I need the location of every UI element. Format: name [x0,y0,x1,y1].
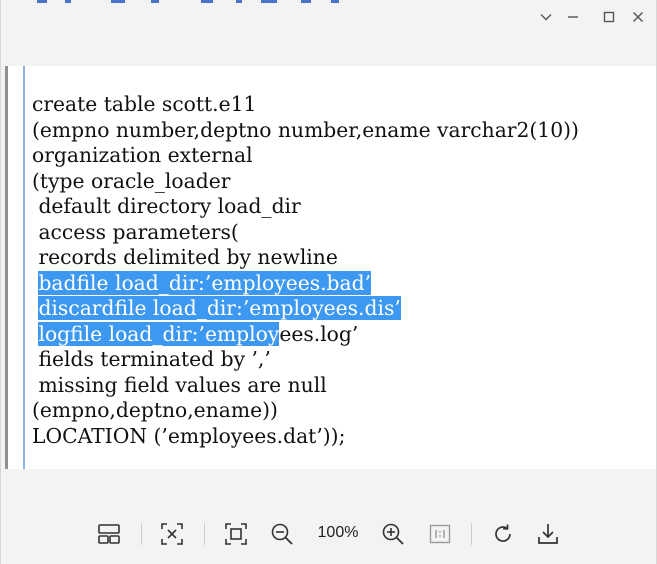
viewer-toolbar: 100% [1,500,656,564]
code-text: create table scott.e11 (empno number,dept… [32,92,579,449]
code-text-segment: fields terminated by ’,’ [32,347,271,371]
code-text-segment: (empno,deptno,ename)) [32,398,278,422]
zoom-out-icon [271,523,293,545]
actual-size-button[interactable] [222,520,250,548]
selected-text: badfile load_dir:’employees.bad’ [38,270,372,295]
layout-icon [98,524,120,544]
title-bar [1,0,656,32]
minimize-button[interactable] [562,6,584,28]
rotate-icon [495,524,511,542]
code-text-segment: organization external [32,143,253,167]
selected-text: discardfile load_dir:’employees.dis’ [38,296,401,320]
rotate-button[interactable] [489,520,517,548]
code-text-segment: (type oracle_loader [32,168,231,193]
close-icon [633,12,643,22]
toolbar-separator [471,523,472,545]
code-text-segment: ees.log’ [279,321,359,346]
code-line: (empno,deptno,ename)) [32,398,579,424]
code-line: badfile load_dir:’employees.bad’ [32,270,579,297]
code-line: fields terminated by ’,’ [32,347,579,373]
code-text-segment: create table scott.e11 [32,92,257,116]
code-line: access parameters( [32,220,579,246]
editor-gutter-bar [23,66,25,469]
one-to-one-button[interactable] [426,520,454,548]
code-text-segment: records delimited by newline [32,245,338,269]
code-line: LOCATION (’employees.dat’)); [32,424,579,450]
toolbar-separator [204,523,205,545]
code-line: default directory load_dir [32,194,579,220]
actual-size-icon [225,523,247,545]
maximize-button[interactable] [598,6,620,28]
code-line: (type oracle_loader [32,169,579,195]
code-line: logfile load_dir:’employees.log’ [32,321,579,348]
code-text-segment: missing field values are null [32,372,327,397]
zoom-out-button[interactable] [268,520,296,548]
selected-text: logfile load_dir:’employ [38,321,280,346]
collapse-button[interactable] [535,6,557,28]
zoom-in-button[interactable] [379,520,407,548]
code-line: records delimited by newline [32,245,579,271]
maximize-icon [603,11,615,23]
code-line: organization external [32,143,579,169]
code-line: create table scott.e11 [32,92,579,118]
minimize-icon [568,16,578,18]
download-button[interactable] [534,520,562,548]
download-icon [538,524,558,544]
zoom-level: 100% [317,524,359,541]
chevron-down-icon [540,14,552,21]
close-button[interactable] [627,6,649,28]
code-text-segment: LOCATION (’employees.dat’)); [32,423,346,448]
code-line: missing field values are null [32,373,579,399]
toolbar-separator [141,523,142,545]
code-line: (empno number,deptno number,ename varcha… [32,118,579,144]
image-viewer-window: create table scott.e11 (empno number,dept… [0,0,657,564]
layout-button[interactable] [95,520,123,548]
code-line: discardfile load_dir:’employees.dis’ [32,296,579,322]
code-text-segment: access parameters( [32,219,239,244]
image-canvas[interactable]: create table scott.e11 (empno number,dept… [5,66,656,469]
zoom-in-icon [382,523,404,545]
code-text-segment: default directory load_dir [32,194,301,218]
fit-screen-icon [161,523,183,545]
code-text-segment: (empno number,deptno number,ename varcha… [32,117,579,142]
one-to-one-icon [429,524,451,544]
fit-screen-button[interactable] [158,520,186,548]
